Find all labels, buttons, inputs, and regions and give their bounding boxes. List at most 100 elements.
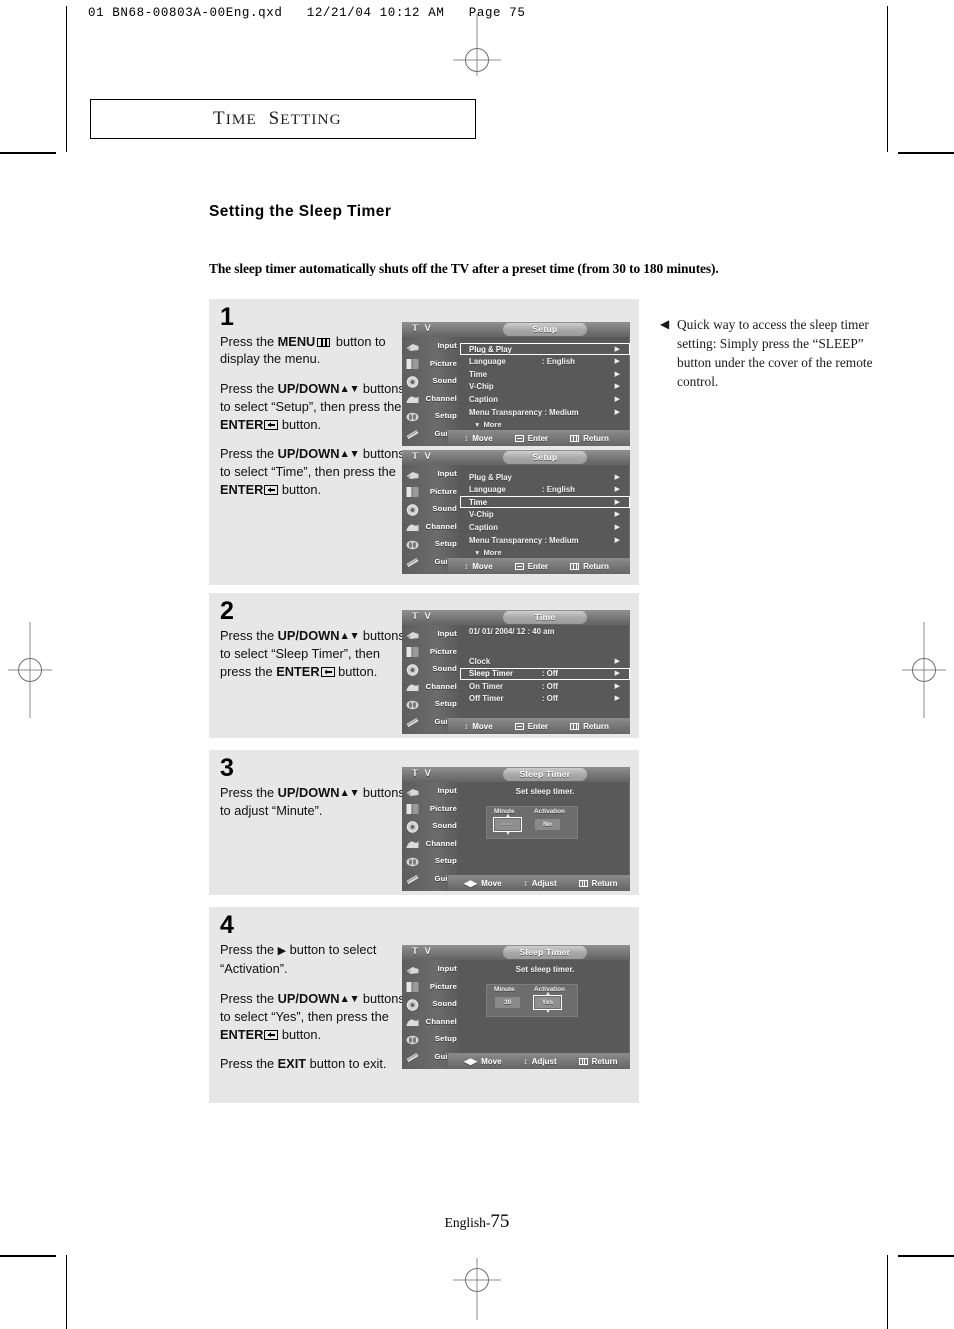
sleep-timer-minute-value[interactable]: 30: [495, 996, 520, 1008]
channel-icon: [405, 392, 420, 404]
osd-active-tab[interactable]: Setup: [502, 322, 588, 336]
osd-sidebar-item-picture[interactable]: Picture: [402, 483, 460, 501]
enter-button-icon: [514, 562, 524, 570]
osd-menu-row[interactable]: On Timer: Off ▶: [460, 680, 630, 692]
osd-tab-label: Setup: [532, 324, 558, 334]
osd-sidebar-item-setup[interactable]: Setup: [402, 1030, 460, 1048]
osd-sidebar-item-channel[interactable]: Channel: [402, 390, 460, 408]
sleep-timer-activation-value[interactable]: No: [535, 818, 560, 830]
osd-active-tab[interactable]: Time: [502, 610, 588, 624]
guide-icon: [405, 427, 420, 439]
osd-menu-row[interactable]: V-Chip ▶: [460, 381, 630, 393]
sleep-timer-panel: Minute Activation 30 Yes ▲ ▼: [486, 984, 578, 1017]
osd-menu-row[interactable]: Language: English ▶: [460, 356, 630, 368]
osd-menu-row[interactable]: Caption ▶: [460, 521, 630, 533]
osd-active-tab[interactable]: Sleep Timer: [502, 767, 588, 781]
osd-sidebar-item-channel[interactable]: Channel: [402, 518, 460, 536]
crop-mark-bottom-left: [0, 1255, 56, 1257]
osd-menu-row[interactable]: Plug & Play ▶: [460, 343, 630, 356]
osd-sidebar-item-label: Input: [437, 469, 457, 479]
osd-menu-row[interactable]: Menu Transparency : Medium ▶: [460, 406, 630, 418]
osd-menu-row[interactable]: Plug & Play ▶: [460, 471, 630, 483]
osd-sidebar-item-setup[interactable]: Setup: [402, 852, 460, 870]
osd-sidebar-item-input[interactable]: Input: [402, 465, 460, 483]
page-footer: English-75: [0, 1211, 954, 1233]
up-down-arrows-icon: ▲▼: [339, 787, 360, 799]
osd-active-tab[interactable]: Setup: [502, 450, 588, 464]
osd-hint-label: Return: [583, 561, 609, 571]
osd-sidebar-item-picture[interactable]: Picture: [402, 800, 460, 818]
osd-sidebar-item-sound[interactable]: Sound: [402, 995, 460, 1013]
osd-more-row[interactable]: ▼ More: [474, 420, 502, 429]
caret-down-icon[interactable]: ▼: [505, 831, 511, 837]
osd-hint-bar: ↕ Move Enter Return: [448, 558, 630, 574]
body-text: button.: [278, 416, 322, 432]
osd-sidebar-item-sound[interactable]: Sound: [402, 817, 460, 835]
osd-title-bar: T V Setup: [402, 322, 630, 337]
osd-sidebar-item-setup[interactable]: Setup: [402, 535, 460, 553]
osd-sidebar-item-input[interactable]: Input: [402, 625, 460, 643]
up-down-arrows-icon: ↕: [523, 877, 528, 888]
sleep-timer-minute-value[interactable]: - - -: [493, 816, 522, 832]
osd-menu-row[interactable]: Time ▶: [460, 368, 630, 380]
return-button-icon: [578, 879, 588, 887]
osd-content: Set sleep timer. Minute Activation - - - No ▲…: [460, 782, 630, 875]
osd-menu-row[interactable]: Menu Transparency : Medium ▶: [460, 534, 630, 546]
step-text-4: Press the ▶ button to select “Activation…: [220, 941, 410, 1072]
step-paragraph: Press the UP/DOWN▲▼ buttons to adjust “M…: [220, 784, 410, 820]
caret-up-icon[interactable]: ▲: [505, 813, 511, 819]
osd-sidebar-item-label: Channel: [425, 681, 457, 691]
chevron-right-icon: ▶: [614, 523, 620, 531]
osd-sidebar-item-picture[interactable]: Picture: [402, 978, 460, 996]
osd-menu-row[interactable]: Sleep Timer: Off ▶: [460, 667, 630, 680]
osd-hint-label: Adjust: [531, 878, 557, 888]
caret-up-icon[interactable]: ▲: [545, 991, 551, 997]
osd-sidebar-item-input[interactable]: Input: [402, 960, 460, 978]
sleep-timer-activation-value[interactable]: Yes: [533, 994, 562, 1010]
osd-sidebar-item-input[interactable]: Input: [402, 782, 460, 800]
chevron-right-icon: ▶: [614, 670, 620, 678]
osd-hint-label: Enter: [527, 433, 549, 443]
step-text-3: Press the UP/DOWN▲▼ buttons to adjust “M…: [220, 784, 410, 820]
section-title-word1-initial: T: [213, 108, 226, 129]
osd-sidebar-item-sound[interactable]: Sound: [402, 372, 460, 390]
up-down-arrows-icon: ↕: [523, 1055, 528, 1066]
guide-icon: [405, 715, 420, 727]
caret-down-icon[interactable]: ▼: [545, 1009, 551, 1015]
osd-sidebar-item-picture[interactable]: Picture: [402, 643, 460, 661]
osd-hint-adjust: ↕ Adjust: [524, 1057, 557, 1066]
osd-menu-row-label: Language: [469, 357, 506, 367]
left-right-arrows-icon: ◀▶: [464, 877, 478, 888]
osd-sidebar-item-picture[interactable]: Picture: [402, 355, 460, 373]
osd-sidebar-item-sound[interactable]: Sound: [402, 660, 460, 678]
osd-active-tab[interactable]: Sleep Timer: [502, 945, 588, 959]
up-down-arrows-icon: ↕: [464, 432, 469, 443]
osd-brand-label: T V: [412, 946, 433, 957]
osd-menu-row[interactable]: Clock ▶: [460, 655, 630, 667]
osd-sidebar-item-channel[interactable]: Channel: [402, 835, 460, 853]
osd-hint-label: Return: [591, 878, 618, 888]
sidebar-note: ◀ Quick way to access the sleep timer se…: [660, 315, 875, 391]
osd-sidebar-item-channel[interactable]: Channel: [402, 678, 460, 696]
osd-sidebar-item-sound[interactable]: Sound: [402, 500, 460, 518]
osd-sidebar-item-channel[interactable]: Channel: [402, 1013, 460, 1031]
osd-menu-row[interactable]: Language: English ▶: [460, 484, 630, 496]
osd-hint-label: Adjust: [531, 1056, 557, 1066]
osd-tab-label: Setup: [532, 452, 558, 462]
osd-menu-row[interactable]: V-Chip ▶: [460, 509, 630, 521]
osd-sidebar-item-input[interactable]: Input: [402, 337, 460, 355]
osd-menu-row-label: Caption: [469, 522, 499, 532]
osd-hint-bar: ◀▶ Move ↕ Adjust Return: [448, 875, 630, 891]
osd-menu-row[interactable]: Caption ▶: [460, 393, 630, 405]
osd-sidebar-item-setup[interactable]: Setup: [402, 695, 460, 713]
osd-sidebar-item-setup[interactable]: Setup: [402, 407, 460, 425]
osd-more-row[interactable]: ▼ More: [474, 548, 502, 557]
osd-title-bar: T V Sleep Timer: [402, 767, 630, 782]
chevron-right-icon: ▶: [614, 536, 620, 544]
osd-menu-row[interactable]: Time ▶: [460, 496, 630, 509]
osd-title-bar: T V Setup: [402, 450, 630, 465]
osd-menu-row[interactable]: Off Timer: Off ▶: [460, 693, 630, 705]
sound-icon: [405, 820, 420, 833]
input-icon: [405, 628, 420, 640]
step-paragraph: Press the ▶ button to select “Activation…: [220, 941, 410, 978]
